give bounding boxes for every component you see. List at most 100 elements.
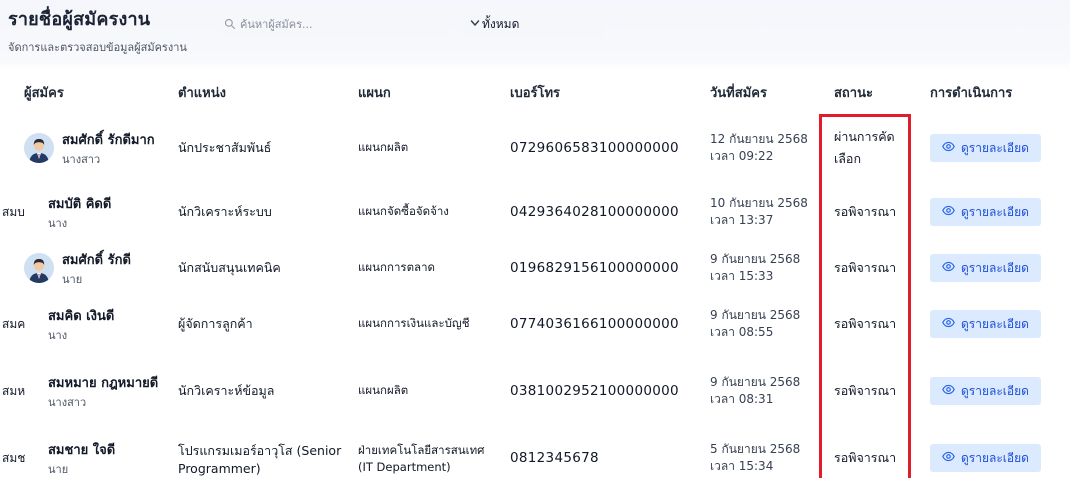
status-text: รอพิจารณา <box>834 260 897 275</box>
column-header-actions: การดำเนินการ <box>930 85 1013 101</box>
chevron-down-icon <box>470 17 480 31</box>
eye-icon <box>942 450 955 466</box>
applied-date: 5 กันยายน 2568 <box>710 442 801 456</box>
cell-status: รอพิจารณา <box>822 430 916 478</box>
cell-position: โปรแกรมเมอร์อาวุโส (Senior Programmer) <box>178 442 342 476</box>
view-details-button[interactable]: ดูรายละเอียด <box>930 377 1041 405</box>
cell-applied-date: 9 กันยายน 2568 เวลา 08:31 <box>698 352 822 430</box>
applied-time: เวลา 09:22 <box>710 149 774 163</box>
avatar <box>24 133 54 163</box>
cell-position: นักวิเคราะห์ข้อมูล <box>178 383 275 398</box>
status-text: รอพิจารณา <box>834 450 897 465</box>
applied-date: 12 กันยายน 2568 <box>710 132 808 146</box>
applied-date: 9 กันยายน 2568 <box>710 375 801 389</box>
applicant-name: สมชาย ใจดี <box>48 442 116 458</box>
cell-applied-date: 5 กันยายน 2568 เวลา 15:34 <box>698 430 822 478</box>
avatar-initials: สมค <box>2 316 26 331</box>
table-row: สมศักดิ์ รักดีมากนางสาว นักประชาสัมพันธ์ แ… <box>0 112 1070 184</box>
cell-position: นักสนับสนุนเทคนิค <box>178 260 281 275</box>
cell-applied-date: 9 กันยายน 2568 เวลา 08:55 <box>698 296 822 352</box>
avatar-initials: สมบ <box>2 204 25 219</box>
applicant-title: นางสาว <box>62 152 101 166</box>
cell-applied-date: 12 กันยายน 2568 เวลา 09:22 <box>698 112 822 184</box>
view-details-label: ดูรายละเอียด <box>961 450 1029 465</box>
column-header-applied-date[interactable]: วันที่สมัคร <box>698 72 822 112</box>
search-box[interactable] <box>222 10 448 38</box>
cell-department: แผนกจัดซื้อจัดจ้าง <box>358 204 449 218</box>
column-header-status[interactable]: สถานะ <box>822 72 916 112</box>
page-header: รายชื่อผู้สมัครงาน จัดการและตรวจสอบข้อมู… <box>8 4 187 56</box>
column-header-position[interactable]: ตำแหน่ง <box>170 72 350 112</box>
applicant-name: สมคิด เงินดี <box>48 308 115 324</box>
applied-time: เวลา 13:37 <box>710 213 774 227</box>
cell-department: แผนกการตลาด <box>358 260 436 274</box>
applicant-name: สมศักดิ์ รักดีมาก <box>62 132 155 148</box>
applicant-title: นาง <box>48 216 68 230</box>
table-row: สมห สมหมาย กฎหมายดี นางสาว นักวิเคราะห์ข้อม… <box>0 352 1070 430</box>
status-text: รอพิจารณา <box>834 316 897 331</box>
cell-phone: 0196829156100000000 <box>510 260 679 276</box>
eye-icon <box>942 316 955 332</box>
cell-position: นักวิเคราะห์ระบบ <box>178 204 272 219</box>
cell-actions: ดูรายละเอียด <box>916 240 1070 296</box>
view-details-label: ดูรายละเอียด <box>961 260 1029 275</box>
cell-actions: ดูรายละเอียด <box>916 430 1070 478</box>
avatar-initials: สมห <box>2 383 26 398</box>
table-row: สมบ สมบัติ คิดดีนาง นักวิเคราะห์ระบบ แผนกจั… <box>0 184 1070 240</box>
cell-applicant: สมช สมชาย ใจดีนาย <box>0 430 170 478</box>
cell-status: รอพิจารณา <box>822 352 916 430</box>
eye-icon <box>942 140 955 156</box>
cell-applicant: สมศักดิ์ รักดีมากนางสาว <box>0 112 170 184</box>
view-details-button[interactable]: ดูรายละเอียด <box>930 134 1041 162</box>
view-details-label: ดูรายละเอียด <box>961 204 1029 219</box>
table-header-row: ผู้สมัคร ตำแหน่ง แผนก เบอร์โทร วันที่สมั… <box>0 72 1070 112</box>
applied-time: เวลา 08:31 <box>710 392 774 406</box>
applied-date: 9 กันยายน 2568 <box>710 308 801 322</box>
cell-applicant: สมศักดิ์ รักดีนาย <box>0 240 170 296</box>
cell-status: รอพิจารณา <box>822 240 916 296</box>
cell-phone: 0429364028100000000 <box>510 204 679 220</box>
status-text: รอพิจารณา <box>834 204 897 219</box>
status-filter-value: ทั้งหมด <box>482 16 520 31</box>
page-subtitle: จัดการและตรวจสอบข้อมูลผู้สมัครงาน <box>8 41 187 54</box>
cell-position: ผู้จัดการลูกค้า <box>178 316 253 331</box>
applicant-name: สมบัติ คิดดี <box>48 196 112 212</box>
column-header-applicant[interactable]: ผู้สมัคร <box>0 72 170 112</box>
table-row: สมค สมคิด เงินดีนาง ผู้จัดการลูกค้า แผนกการ… <box>0 296 1070 352</box>
applicant-title: นาย <box>62 272 83 286</box>
applied-date: 9 กันยายน 2568 <box>710 252 801 266</box>
applicant-name: สมหมาย กฎหมายดี <box>48 375 159 391</box>
view-details-label: ดูรายละเอียด <box>961 140 1029 155</box>
cell-applied-date: 9 กันยายน 2568 เวลา 15:33 <box>698 240 822 296</box>
view-details-button[interactable]: ดูรายละเอียด <box>930 198 1041 226</box>
cell-status: รอพิจารณา <box>822 184 916 240</box>
search-input[interactable] <box>240 17 430 31</box>
status-text: รอพิจารณา <box>834 383 897 398</box>
cell-department: แผนกการเงินและบัญชี <box>358 316 470 330</box>
applied-time: เวลา 08:55 <box>710 325 774 339</box>
cell-department: ฝ่ายเทคโนโลยีสารสนเทศ (IT Department) <box>358 443 485 474</box>
cell-status: ผ่านการคัดเลือก <box>822 112 916 184</box>
cell-applicant: สมบ สมบัติ คิดดีนาง <box>0 184 170 240</box>
applicants-table: ผู้สมัคร ตำแหน่ง แผนก เบอร์โทร วันที่สมั… <box>0 72 1070 478</box>
avatar-initials: สมช <box>2 450 26 465</box>
cell-phone: 0812345678 <box>510 450 599 466</box>
view-details-label: ดูรายละเอียด <box>961 316 1029 331</box>
eye-icon <box>942 204 955 220</box>
applied-time: เวลา 15:33 <box>710 269 774 283</box>
table-row: สมศักดิ์ รักดีนาย นักสนับสนุนเทคนิค แผนกกา… <box>0 240 1070 296</box>
column-header-department[interactable]: แผนก <box>350 72 500 112</box>
view-details-button[interactable]: ดูรายละเอียด <box>930 444 1041 472</box>
applicant-title: นาย <box>48 462 69 476</box>
view-details-button[interactable]: ดูรายละเอียด <box>930 310 1041 338</box>
applicant-name: สมศักดิ์ รักดี <box>62 252 131 268</box>
cell-position: นักประชาสัมพันธ์ <box>178 140 272 155</box>
applicant-title: นาง <box>48 328 68 342</box>
column-header-phone[interactable]: เบอร์โทร <box>500 72 698 112</box>
status-filter-select[interactable]: ทั้งหมด <box>462 10 604 38</box>
cell-actions: ดูรายละเอียด <box>916 184 1070 240</box>
view-details-button[interactable]: ดูรายละเอียด <box>930 254 1041 282</box>
cell-department: แผนกผลิต <box>358 140 409 154</box>
cell-phone: 0729606583100000000 <box>510 140 679 156</box>
table-row: สมช สมชาย ใจดีนาย โปรแกรมเมอร์อาวุโส (Seni… <box>0 430 1070 478</box>
